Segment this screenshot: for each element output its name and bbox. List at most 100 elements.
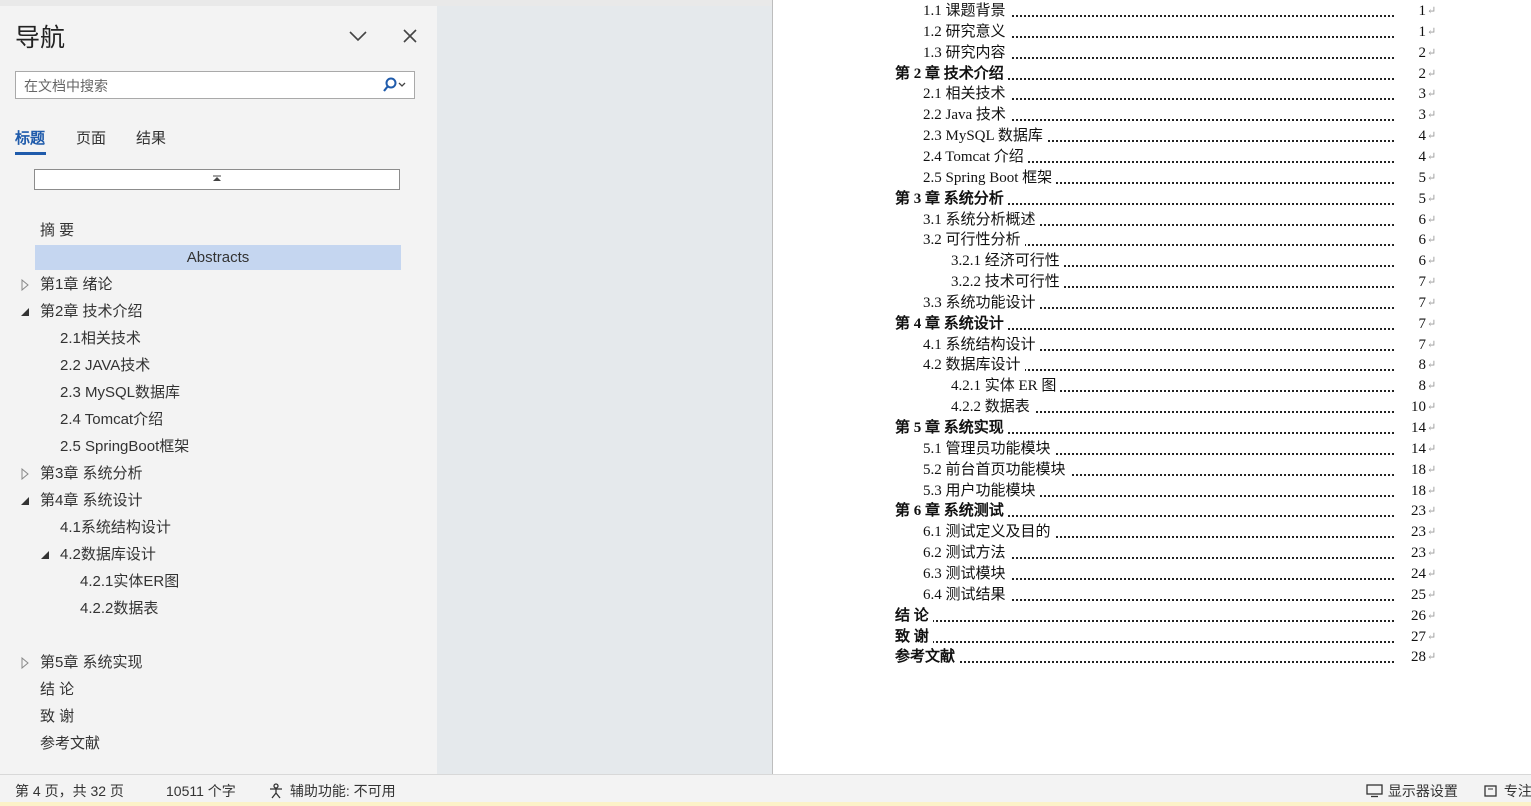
nav-heading-item[interactable]: 2.1相关技术 — [60, 326, 141, 351]
toc-entry[interactable]: 1.1 课题背景 1 ↵ — [923, 1, 1452, 22]
paragraph-mark: ↵ — [1427, 359, 1437, 372]
nav-heading-item[interactable]: 第2章 技术介绍 — [40, 299, 143, 324]
toc-page-number: 7 — [1396, 272, 1426, 294]
paragraph-mark: ↵ — [1427, 234, 1437, 247]
scroll-up-icon — [213, 175, 221, 181]
toc-entry[interactable]: 致 谢 27 ↵ — [895, 626, 1452, 648]
toc-entry-label: 结 论 — [895, 605, 933, 627]
toc-entry[interactable]: 2.1 相关技术 3 ↵ — [923, 84, 1452, 106]
toc-page-number: 14 — [1396, 438, 1426, 460]
toc-entry[interactable]: 2.3 MySQL 数据库 4 ↵ — [923, 126, 1452, 148]
toc-entry[interactable]: 6.4 测试结果 25 ↵ — [923, 584, 1452, 606]
focus-mode[interactable]: 专注 — [1484, 781, 1531, 801]
active-tab-indicator — [15, 152, 46, 155]
nav-heading-item[interactable]: 参考文献 — [40, 731, 100, 756]
toc-entry[interactable]: 3.3 系统功能设计 7 ↵ — [923, 292, 1452, 314]
paragraph-mark: ↵ — [1427, 46, 1437, 59]
paragraph-mark: ↵ — [1427, 25, 1437, 38]
scroll-up-button[interactable] — [34, 169, 400, 190]
toc-page-number: 24 — [1396, 563, 1426, 585]
expand-triangle-icon[interactable] — [19, 279, 31, 291]
page-count[interactable]: 第 4 页，共 32 页 — [15, 781, 124, 801]
toc-entry[interactable]: 1.3 研究内容 2 ↵ — [923, 42, 1452, 64]
document-page[interactable]: 1.1 课题背景 1 ↵ 1.2 研究意义 1 ↵ 1.3 研究内容 2 ↵ 第 2 章 技术介绍… — [773, 0, 1531, 774]
nav-heading-item[interactable]: 第3章 系统分析 — [40, 461, 143, 486]
toc-entry[interactable]: 4.1 系统结构设计 7 ↵ — [923, 334, 1452, 356]
toc-entry-label: 参考文献 — [895, 647, 960, 669]
toc-entry[interactable]: 第 5 章 系统实现 14 ↵ — [895, 418, 1452, 439]
toc-entry[interactable]: 6.1 测试定义及目的 23 ↵ — [923, 522, 1452, 544]
toc-entry[interactable]: 4.2 数据库设计 8 ↵ — [923, 355, 1452, 377]
chevron-down-icon[interactable] — [346, 24, 370, 48]
search-button[interactable] — [378, 75, 412, 95]
toc-entry-label: 1.2 研究意义 — [923, 21, 1010, 43]
nav-heading-item[interactable]: 2.2 JAVA技术 — [60, 353, 150, 378]
toc-leader-dots — [899, 618, 1410, 622]
toc-entry[interactable]: 参考文献 28 ↵ — [895, 647, 1452, 669]
toc-page-number: 4 — [1396, 126, 1426, 148]
toc-entry[interactable]: 3.2.1 经济可行性 6 ↵ — [951, 251, 1452, 273]
toc-entry[interactable]: 第 6 章 系统测试 23 ↵ — [895, 501, 1452, 523]
nav-heading-selected[interactable]: Abstracts — [35, 245, 401, 270]
expand-triangle-icon[interactable] — [19, 657, 31, 669]
collapse-triangle-icon[interactable] — [19, 495, 31, 507]
toc-entry-label: 1.1 课题背景 — [923, 1, 1010, 22]
toc-entry[interactable]: 4.2.2 数据表 10 ↵ — [951, 397, 1452, 419]
collapse-triangle-icon[interactable] — [39, 549, 51, 561]
collapse-triangle-icon[interactable] — [19, 306, 31, 318]
tab-headings[interactable]: 标题 — [15, 127, 45, 148]
toc-entry[interactable]: 6.3 测试模块 24 ↵ — [923, 563, 1452, 585]
paragraph-mark: ↵ — [1427, 526, 1437, 539]
search-input[interactable] — [22, 75, 376, 97]
word-count[interactable]: 10511 个字 — [166, 781, 236, 801]
toc-page-number: 28 — [1396, 647, 1426, 669]
toc-entry[interactable]: 3.2 可行性分析 6 ↵ — [923, 230, 1452, 252]
nav-heading-item[interactable]: 4.2.2数据表 — [80, 596, 158, 621]
nav-heading-item[interactable]: 结 论 — [40, 677, 74, 702]
accessibility-status[interactable]: 辅助功能: 不可用 — [268, 781, 396, 801]
paragraph-mark: ↵ — [1427, 296, 1437, 309]
toc-entry[interactable]: 5.2 前台首页功能模块 18 ↵ — [923, 459, 1452, 481]
tab-results[interactable]: 结果 — [136, 127, 166, 148]
toc-entry[interactable]: 5.1 管理员功能模块 14 ↵ — [923, 438, 1452, 460]
toc-entry[interactable]: 第 4 章 系统设计 7 ↵ — [895, 313, 1452, 335]
nav-heading-item[interactable]: 第1章 绪论 — [40, 272, 113, 297]
accessibility-label: 辅助功能: 不可用 — [289, 783, 396, 799]
toc-entry[interactable]: 4.2.1 实体 ER 图 8 ↵ — [951, 376, 1452, 398]
toc-leader-dots — [899, 659, 1410, 664]
expand-triangle-icon[interactable] — [19, 468, 31, 480]
paragraph-mark: ↵ — [1427, 171, 1437, 184]
toc-entry-label: 6.2 测试方法 — [923, 543, 1010, 565]
toc-entry[interactable]: 6.2 测试方法 23 ↵ — [923, 543, 1452, 565]
chevron-down-icon — [398, 82, 406, 87]
toc-entry[interactable]: 2.4 Tomcat 介绍 4 ↵ — [923, 146, 1452, 168]
toc-page-number: 27 — [1396, 626, 1426, 648]
toc-entry[interactable]: 结 论 26 ↵ — [895, 605, 1452, 627]
nav-heading-item[interactable]: 第5章 系统实现 — [40, 650, 143, 675]
nav-heading-item[interactable]: 第4章 系统设计 — [40, 488, 143, 513]
paragraph-mark: ↵ — [1427, 67, 1437, 80]
nav-heading-item[interactable]: 致 谢 — [40, 704, 74, 729]
nav-heading-item[interactable]: 4.2数据库设计 — [60, 542, 156, 567]
toc-entry[interactable]: 5.3 用户功能模块 18 ↵ — [923, 480, 1452, 502]
toc-entry[interactable]: 第 2 章 技术介绍 2 ↵ — [895, 63, 1452, 85]
nav-heading-item[interactable]: 4.2.1实体ER图 — [80, 569, 179, 594]
toc-entry[interactable]: 3.1 系统分析概述 6 ↵ — [923, 209, 1452, 231]
toc-entry[interactable]: 2.2 Java 技术 3 ↵ — [923, 105, 1452, 127]
nav-heading-item[interactable]: 摘 要 — [40, 218, 74, 243]
nav-heading-item[interactable]: 4.1系统结构设计 — [60, 515, 171, 540]
close-icon[interactable] — [398, 24, 422, 48]
nav-heading-item[interactable]: 2.3 MySQL数据库 — [60, 380, 180, 405]
paragraph-mark: ↵ — [1427, 484, 1437, 497]
toc-page-number: 25 — [1396, 584, 1426, 606]
nav-heading-item[interactable]: 2.4 Tomcat介绍 — [60, 407, 163, 432]
paragraph-mark: ↵ — [1427, 422, 1437, 434]
display-settings[interactable]: 显示器设置 — [1366, 781, 1458, 801]
toc-entry[interactable]: 2.5 Spring Boot 框架 5 ↵ — [923, 167, 1452, 189]
nav-heading-item[interactable]: 2.5 SpringBoot框架 — [60, 434, 189, 459]
toc-entry-label: 第 4 章 系统设计 — [895, 313, 1008, 335]
tab-pages[interactable]: 页面 — [76, 127, 106, 148]
toc-entry[interactable]: 1.2 研究意义 1 ↵ — [923, 21, 1452, 43]
toc-entry[interactable]: 3.2.2 技术可行性 7 ↵ — [951, 272, 1452, 294]
toc-entry[interactable]: 第 3 章 系统分析 5 ↵ — [895, 188, 1452, 210]
